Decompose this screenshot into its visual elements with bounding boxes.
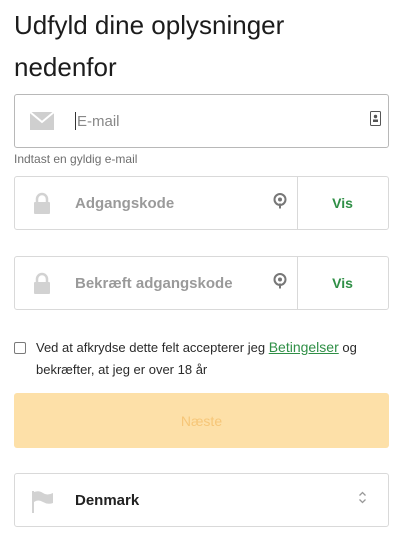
password-placeholder: Adgangskode [75,194,175,212]
terms-text: Ved at afkrydse dette felt accepterer je… [36,336,396,381]
page-title: Udfyld dine oplysninger nedenfor [14,10,285,82]
email-field[interactable]: E-mail [14,94,389,148]
confirm-password-placeholder: Bekræft adgangskode [75,274,233,292]
password-input[interactable]: Adgangskode [15,177,298,229]
flag-icon [29,489,55,513]
next-button[interactable]: Næste [14,393,389,448]
text-caret [75,112,76,130]
password-manager-icon[interactable] [273,193,287,214]
terms-text-before: Ved at afkrydse dette felt accepterer je… [36,340,269,355]
show-confirm-password-button[interactable]: Vis [297,257,388,309]
country-selected: Denmark [75,491,140,509]
email-placeholder: E-mail [77,112,120,130]
contact-card-icon[interactable] [370,111,381,131]
country-select[interactable]: Denmark [14,473,389,527]
password-field: Adgangskode Vis [14,176,389,230]
confirm-password-field: Bekræft adgangskode Vis [14,256,389,310]
envelope-icon [29,110,55,132]
terms-link[interactable]: Betingelser [269,339,339,355]
password-manager-icon[interactable] [273,273,287,294]
lock-icon [29,272,55,294]
select-arrows-icon[interactable] [358,491,367,510]
lock-icon [29,192,55,214]
confirm-password-input[interactable]: Bekræft adgangskode [15,257,298,309]
email-hint: Indtast en gyldig e-mail [14,152,138,166]
terms-checkbox[interactable] [14,342,26,354]
email-input[interactable]: E-mail [75,95,120,147]
show-password-button[interactable]: Vis [297,177,388,229]
signup-page: Udfyld dine oplysninger nedenfor E-mail … [0,0,411,538]
